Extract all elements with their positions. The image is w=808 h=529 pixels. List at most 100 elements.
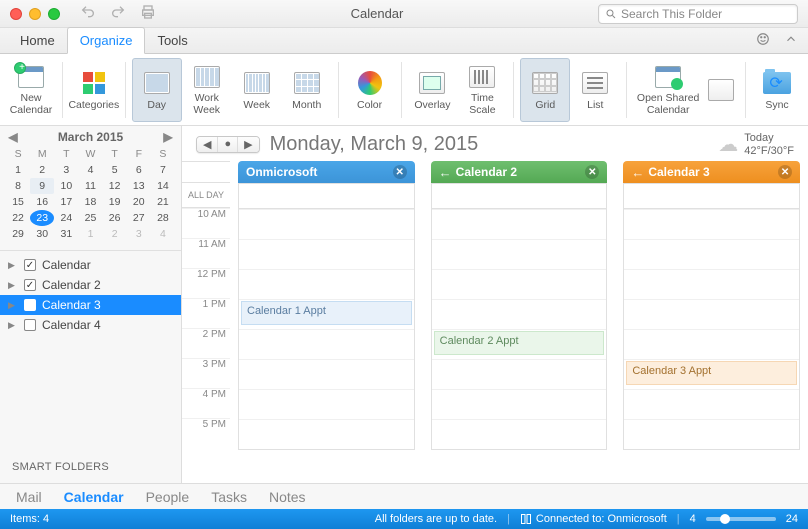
day-body-2[interactable]: Calendar 2 Appt [431, 209, 608, 450]
mini-cal-day[interactable]: 29 [6, 226, 30, 242]
mini-cal-day[interactable]: 6 [127, 162, 151, 178]
mini-cal-day[interactable]: 18 [78, 194, 102, 210]
day-body-3[interactable]: Calendar 3 Appt [623, 209, 800, 450]
mini-cal-day[interactable]: 2 [30, 162, 54, 178]
mini-cal-day[interactable]: 16 [30, 194, 54, 210]
prev-day-icon[interactable]: ◀ [197, 137, 218, 152]
mini-cal-day[interactable]: 24 [54, 210, 78, 226]
mini-cal-day[interactable]: 27 [127, 210, 151, 226]
list-button[interactable]: List [570, 58, 620, 122]
day-body-1[interactable]: Calendar 1 Appt [238, 209, 415, 450]
mini-cal-day[interactable]: 7 [151, 162, 175, 178]
grid-button[interactable]: Grid [520, 58, 570, 122]
mini-cal-day[interactable]: 20 [127, 194, 151, 210]
mini-cal-day[interactable]: 30 [30, 226, 54, 242]
calendar-checkbox[interactable] [24, 299, 36, 311]
column-tab-1[interactable]: Onmicrosoft ✕ [238, 161, 415, 183]
mini-cal-day[interactable]: 12 [103, 178, 127, 194]
mini-cal-day[interactable]: 3 [127, 226, 151, 242]
prev-month-icon[interactable]: ◀ [6, 130, 20, 144]
next-month-icon[interactable]: ▶ [161, 130, 175, 144]
mini-cal-day[interactable]: 11 [78, 178, 102, 194]
group-permissions-button[interactable] [703, 58, 739, 122]
disclosure-icon[interactable]: ▶ [8, 280, 18, 291]
mini-cal-day[interactable]: 14 [151, 178, 175, 194]
close-window-icon[interactable] [10, 8, 22, 20]
categories-button[interactable]: Categories [69, 58, 119, 122]
emoji-icon[interactable] [756, 32, 770, 49]
mini-cal-day[interactable]: 4 [78, 162, 102, 178]
calendar-list-item[interactable]: ▶Calendar 3 [0, 295, 181, 315]
new-calendar-button[interactable]: New Calendar [6, 58, 56, 122]
allday-cell-2[interactable] [431, 183, 608, 209]
mini-cal-day[interactable]: 17 [54, 194, 78, 210]
next-day-icon[interactable]: ▶ [238, 137, 258, 152]
mini-cal-day[interactable]: 31 [54, 226, 78, 242]
view-week-button[interactable]: Week [232, 58, 282, 122]
minimize-window-icon[interactable] [29, 8, 41, 20]
view-day-button[interactable]: Day [132, 58, 182, 122]
mini-cal-day[interactable]: 15 [6, 194, 30, 210]
time-scale-button[interactable]: Time Scale [457, 58, 507, 122]
mini-cal-day[interactable]: 4 [151, 226, 175, 242]
today-button-icon[interactable]: ● [218, 137, 238, 152]
event-3[interactable]: Calendar 3 Appt [626, 361, 797, 385]
close-column-3-icon[interactable]: ✕ [778, 165, 792, 179]
calendar-checkbox[interactable] [24, 279, 36, 291]
view-month-button[interactable]: Month [282, 58, 332, 122]
calendar-list-item[interactable]: ▶Calendar 4 [0, 315, 181, 335]
column-tab-2[interactable]: ← Calendar 2 ✕ [431, 161, 608, 183]
calendar-list-item[interactable]: ▶Calendar 2 [0, 275, 181, 295]
weather-widget[interactable]: ☁ Today 42°F/30°F [718, 132, 794, 157]
mini-cal-day[interactable]: 23 [30, 210, 54, 226]
search-input[interactable]: Search This Folder [598, 4, 798, 24]
column-tab-3[interactable]: ← Calendar 3 ✕ [623, 161, 800, 183]
mini-cal-day[interactable]: 3 [54, 162, 78, 178]
allday-cell-3[interactable] [623, 183, 800, 209]
disclosure-icon[interactable]: ▶ [8, 300, 18, 311]
zoom-slider[interactable] [706, 517, 776, 521]
color-button[interactable]: Color [345, 58, 395, 122]
event-1[interactable]: Calendar 1 Appt [241, 301, 412, 325]
overlay-button[interactable]: Overlay [407, 58, 457, 122]
disclosure-icon[interactable]: ▶ [8, 320, 18, 331]
mini-cal-day[interactable]: 13 [127, 178, 151, 194]
nav-people[interactable]: People [146, 489, 190, 505]
calendar-checkbox[interactable] [24, 319, 36, 331]
allday-cell-1[interactable] [238, 183, 415, 209]
nav-calendar[interactable]: Calendar [64, 489, 124, 505]
calendar-list-item[interactable]: ▶Calendar [0, 255, 181, 275]
mini-cal-day[interactable]: 22 [6, 210, 30, 226]
view-workweek-button[interactable]: Work Week [182, 58, 232, 122]
redo-icon[interactable] [110, 4, 126, 23]
mini-cal-day[interactable]: 8 [6, 178, 30, 194]
mini-cal-day[interactable]: 19 [103, 194, 127, 210]
merge-arrow-icon[interactable]: ← [631, 165, 644, 180]
mini-cal-day[interactable]: 26 [103, 210, 127, 226]
disclosure-icon[interactable]: ▶ [8, 260, 18, 271]
close-column-2-icon[interactable]: ✕ [585, 165, 599, 179]
undo-icon[interactable] [80, 4, 96, 23]
mini-cal-day[interactable]: 21 [151, 194, 175, 210]
nav-notes[interactable]: Notes [269, 489, 306, 505]
nav-tasks[interactable]: Tasks [211, 489, 247, 505]
mini-cal-day[interactable]: 28 [151, 210, 175, 226]
tab-organize[interactable]: Organize [67, 27, 146, 54]
calendar-checkbox[interactable] [24, 259, 36, 271]
mini-cal-day[interactable]: 9 [30, 178, 54, 194]
collapse-ribbon-icon[interactable] [784, 32, 798, 49]
merge-arrow-icon[interactable]: ← [439, 165, 452, 180]
tab-tools[interactable]: Tools [145, 28, 199, 53]
mini-cal-day[interactable]: 2 [103, 226, 127, 242]
mini-cal-day[interactable]: 5 [103, 162, 127, 178]
open-shared-calendar-button[interactable]: Open Shared Calendar [633, 58, 703, 122]
mini-cal-day[interactable]: 25 [78, 210, 102, 226]
tab-home[interactable]: Home [8, 28, 67, 53]
event-2[interactable]: Calendar 2 Appt [434, 331, 605, 355]
mini-cal-day[interactable]: 10 [54, 178, 78, 194]
mini-cal-day[interactable]: 1 [6, 162, 30, 178]
mini-cal-day[interactable]: 1 [78, 226, 102, 242]
close-column-1-icon[interactable]: ✕ [393, 165, 407, 179]
sync-button[interactable]: Sync [752, 58, 802, 122]
print-icon[interactable] [140, 4, 156, 23]
